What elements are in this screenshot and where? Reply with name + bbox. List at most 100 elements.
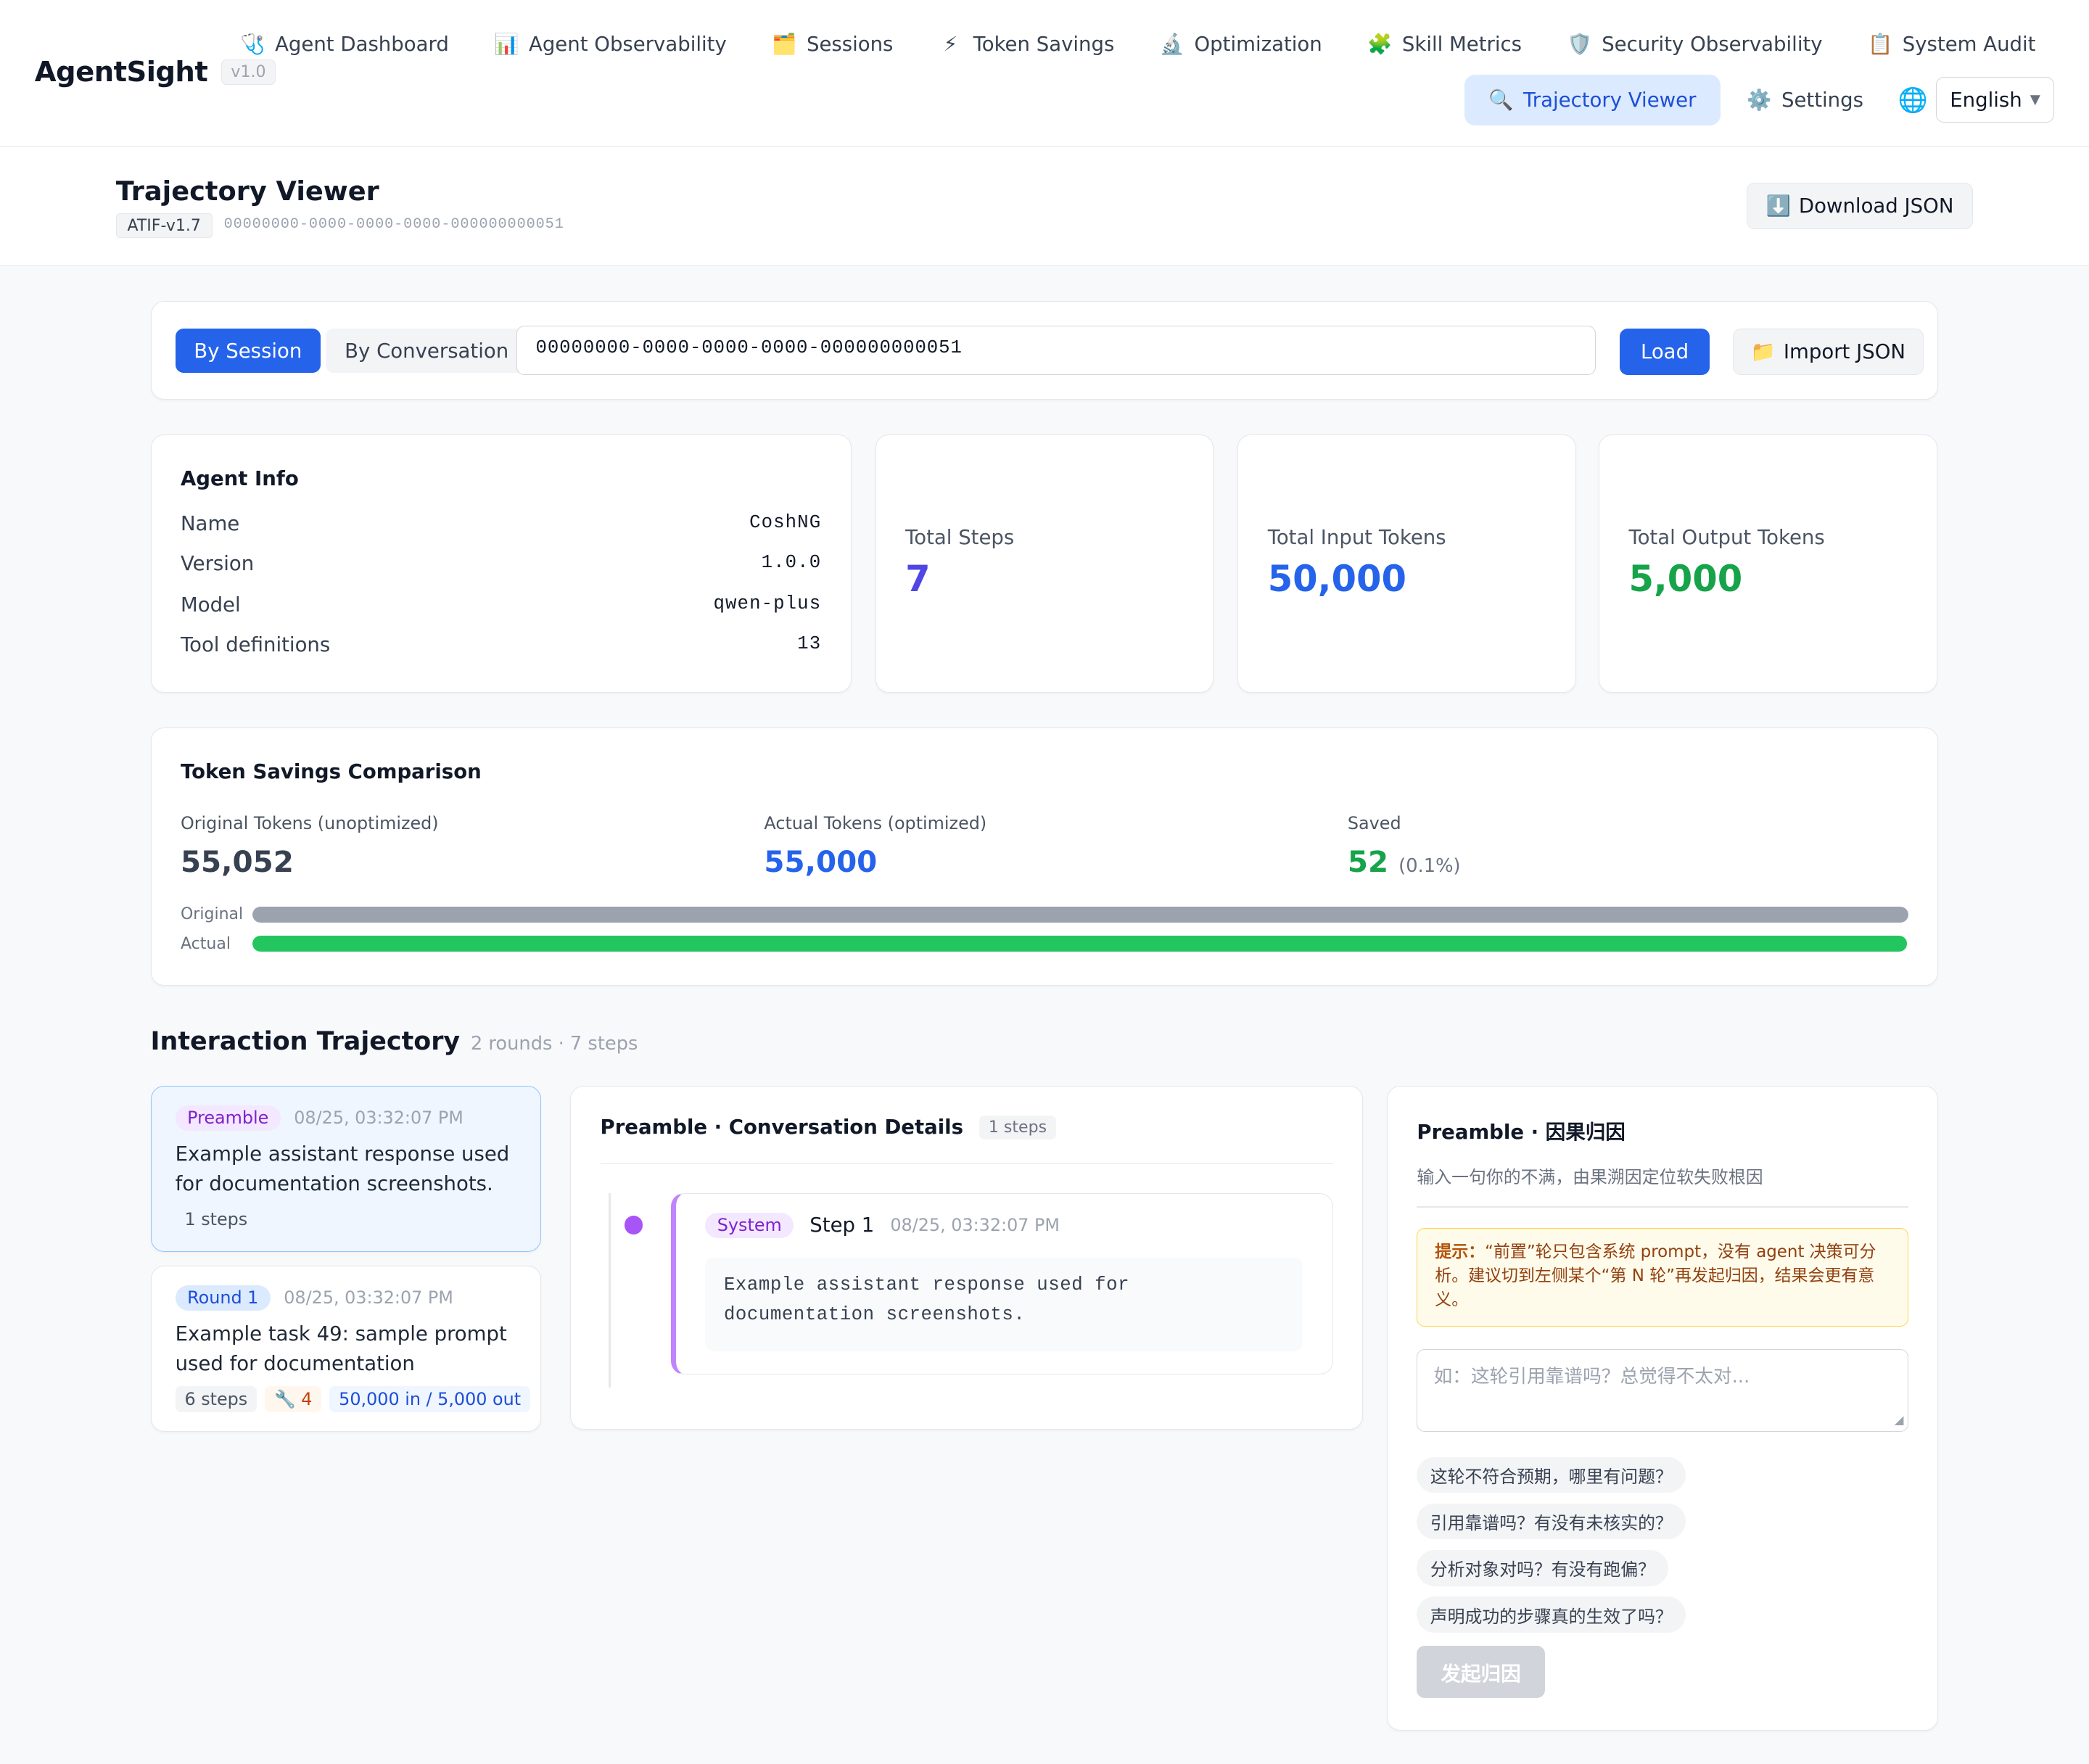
- language-select[interactable]: English ▼: [1935, 77, 2055, 123]
- bar-label: Actual: [180, 934, 231, 953]
- chevron-down-icon: ▼: [2030, 92, 2040, 108]
- step-header: System Step 1 08/25, 03:32:07 PM: [705, 1212, 1060, 1238]
- clipboard-icon: 📋: [1868, 33, 1893, 57]
- nav-label: System Audit: [1902, 32, 2036, 56]
- by-conversation-tab[interactable]: By Conversation: [326, 328, 527, 374]
- nav-optimization[interactable]: 🔬 Optimization: [1141, 21, 1340, 66]
- row-value: 1.0.0: [761, 552, 822, 574]
- tool-count-chip: 🔧 4: [265, 1386, 322, 1412]
- complaint-input[interactable]: 如：这轮引用靠谱吗？总觉得不太对... ◢: [1417, 1348, 1908, 1432]
- agent-row-tools: Tool definitions 13: [181, 633, 821, 656]
- timeline-line: [608, 1192, 611, 1388]
- causal-attribution-card: Preamble · 因果归因 输入一句你的不满，由果溯因定位软失败根因 提示：…: [1387, 1085, 1939, 1731]
- round-chips: 1 steps: [176, 1206, 257, 1232]
- conversation-details-card: Preamble · Conversation Details 1 steps …: [570, 1085, 1363, 1430]
- hint-label: 提示：: [1435, 1242, 1486, 1262]
- total-output-tokens-card: Total Output Tokens 5,000: [1599, 434, 1937, 693]
- agent-row-version: Version 1.0.0: [181, 552, 821, 575]
- details-title: Preamble · Conversation Details: [600, 1116, 964, 1139]
- stat-value: 7: [905, 557, 931, 600]
- nav-sessions[interactable]: 🗂️ Sessions: [754, 21, 912, 66]
- nav-system-audit[interactable]: 📋 System Audit: [1849, 21, 2054, 66]
- nav-skill-metrics[interactable]: 🧩 Skill Metrics: [1348, 21, 1540, 66]
- row-key: Version: [180, 552, 255, 576]
- trajectory-summary: 2 rounds · 7 steps: [470, 1033, 638, 1055]
- step-count-chip: 6 steps: [175, 1386, 257, 1412]
- nav-agent-dashboard[interactable]: 🩺 Agent Dashboard: [222, 21, 468, 66]
- divider: [1417, 1206, 1908, 1208]
- round-text: Example task 49: sample prompt used for …: [175, 1322, 507, 1375]
- nav-token-savings[interactable]: ⚡ Token Savings: [920, 22, 1133, 66]
- hint-box: 提示：“前置”轮只包含系统 prompt，没有 agent 决策可分析。建议切到…: [1417, 1227, 1908, 1327]
- nav-security-observability[interactable]: 🛡️ Security Observability: [1549, 21, 1842, 66]
- suggestion-chip[interactable]: 分析对象对吗？有没有跑偏？: [1417, 1550, 1669, 1586]
- lightning-icon: ⚡: [943, 32, 958, 56]
- stat-label: Total Output Tokens: [1628, 525, 1825, 549]
- agent-info-heading: Agent Info: [180, 466, 299, 490]
- original-bar-row: Original: [181, 905, 1908, 923]
- nav-agent-observability[interactable]: 📊 Agent Observability: [476, 21, 746, 66]
- round-chips: 6 steps 🔧 4 50,000 in / 5,000 out: [175, 1386, 530, 1412]
- nav-label: Trajectory Viewer: [1523, 88, 1697, 112]
- total-steps-card: Total Steps 7: [875, 434, 1214, 693]
- row-value: qwen-plus: [713, 593, 822, 615]
- nav-settings[interactable]: ⚙️ Settings: [1729, 78, 1882, 123]
- causal-title: Preamble · 因果归因: [1417, 1121, 1626, 1145]
- row-key: Name: [180, 512, 240, 536]
- language-value: English: [1950, 88, 2022, 112]
- puzzle-icon: 🧩: [1367, 33, 1393, 57]
- trajectory-title: Interaction Trajectory: [150, 1027, 461, 1057]
- microscope-icon: 🔬: [1159, 33, 1185, 57]
- stethoscope-icon: 🩺: [240, 33, 265, 57]
- by-session-tab[interactable]: By Session: [175, 328, 321, 374]
- folder-icon: 📁: [1750, 340, 1776, 364]
- load-button[interactable]: Load: [1619, 328, 1710, 376]
- token-savings-card: Token Savings Comparison Original Tokens…: [150, 727, 1939, 986]
- session-id-input[interactable]: 00000000-0000-0000-0000-000000000051: [516, 326, 1596, 376]
- original-tokens: Original Tokens (unoptimized) 55,052: [181, 813, 439, 879]
- original-label: Original Tokens (unoptimized): [180, 813, 439, 834]
- round-text: Example assistant response used for docu…: [175, 1142, 510, 1195]
- stat-label: Total Steps: [905, 525, 1015, 549]
- download-json-button[interactable]: ⬇️ Download JSON: [1746, 182, 1974, 229]
- brand-name: AgentSight: [34, 56, 208, 89]
- agent-info-card: Agent Info Name CoshNG Version 1.0.0 Model…: [150, 434, 852, 693]
- step-name: Step 1: [809, 1213, 875, 1237]
- resize-handle-icon[interactable]: ◢: [1895, 1413, 1904, 1427]
- bar-label: Original: [180, 905, 244, 924]
- original-bar: [252, 906, 1908, 923]
- nav-label: Agent Observability: [528, 32, 727, 56]
- step-content: Example assistant response used for docu…: [705, 1257, 1303, 1351]
- round-card-top: Round 1 08/25, 03:32:07 PM: [175, 1285, 453, 1311]
- round-card-top: Preamble 08/25, 03:32:07 PM: [175, 1105, 463, 1131]
- step-time: 08/25, 03:32:07 PM: [890, 1215, 1060, 1236]
- suggestion-chip[interactable]: 声明成功的步骤真的生效了吗？: [1417, 1596, 1686, 1633]
- download-icon: ⬇️: [1765, 194, 1791, 218]
- causal-subtitle: 输入一句你的不满，由果溯因定位软失败根因: [1417, 1166, 1763, 1187]
- nav-label: Settings: [1781, 88, 1863, 112]
- gear-icon: ⚙️: [1747, 88, 1772, 112]
- suggestion-chip[interactable]: 这轮不符合预期，哪里有问题？: [1417, 1456, 1686, 1493]
- folder-icon: 🗂️: [772, 33, 797, 57]
- bar-chart-icon: 📊: [494, 33, 519, 57]
- nav-label: Skill Metrics: [1401, 32, 1523, 56]
- step-card[interactable]: System Step 1 08/25, 03:32:07 PM Example…: [670, 1192, 1333, 1374]
- round-card-1[interactable]: Round 1 08/25, 03:32:07 PM Example task …: [150, 1265, 541, 1433]
- nav-row-secondary: 🔍 Trajectory Viewer ⚙️ Settings 🌐 English ▼: [1464, 74, 2055, 125]
- nav-label: Sessions: [806, 32, 894, 56]
- suggestion-chip[interactable]: 引用靠谱吗？有没有未核实的？: [1417, 1503, 1686, 1540]
- round-time: 08/25, 03:32:07 PM: [294, 1108, 463, 1129]
- row-value: 13: [797, 633, 822, 655]
- nav-label: Security Observability: [1602, 32, 1823, 56]
- import-label: Import JSON: [1783, 339, 1905, 363]
- round-card-preamble[interactable]: Preamble 08/25, 03:32:07 PM Example assi…: [150, 1085, 541, 1253]
- role-badge: System: [705, 1212, 794, 1238]
- import-json-button[interactable]: 📁 Import JSON: [1732, 328, 1924, 376]
- nav-label: Agent Dashboard: [275, 32, 449, 56]
- saved-label: Saved: [1347, 813, 1401, 834]
- stat-value: 5,000: [1628, 557, 1743, 600]
- nav-trajectory-viewer[interactable]: 🔍 Trajectory Viewer: [1464, 74, 1721, 125]
- hint-text: “前置”轮只包含系统 prompt，没有 agent 决策可分析。建议切到左侧某…: [1435, 1242, 1876, 1310]
- complaint-placeholder: 如：这轮引用靠谱吗？总觉得不太对...: [1433, 1366, 1750, 1388]
- start-attribution-button[interactable]: 发起归因: [1417, 1646, 1545, 1698]
